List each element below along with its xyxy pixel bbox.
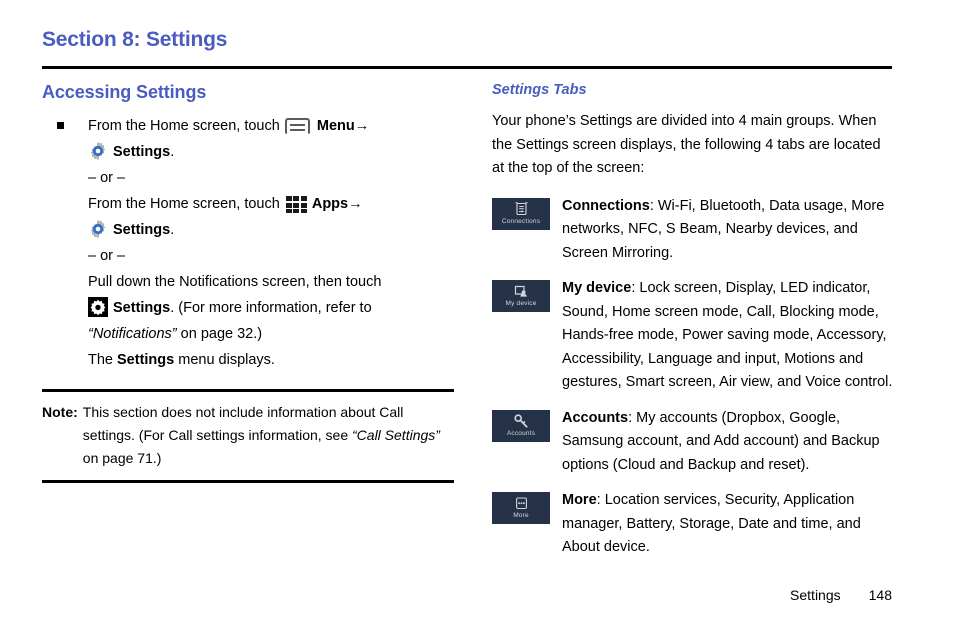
- accounts-tab-icon: Accounts: [492, 409, 550, 442]
- settings-tab-entry: Accounts Accounts: My accounts (Dropbox,…: [492, 407, 896, 478]
- key-icon: [513, 414, 529, 429]
- accounts-tab-caption: Accounts: [506, 429, 536, 437]
- connections-tab-icon: Connections: [492, 197, 550, 230]
- connections-tab-description: Connections: Wi-Fi, Bluetooth, Data usag…: [562, 195, 896, 266]
- step3-prefix: Pull down the Notifications screen, then…: [88, 274, 382, 290]
- my-device-glyph-icon: [514, 284, 528, 299]
- bullet-marker-icon: [57, 122, 64, 129]
- step1-period: .: [170, 144, 175, 160]
- accessing-settings-steps: From the Home screen, touch Menu→ Settin…: [42, 113, 454, 373]
- more-tab-icon: More: [492, 492, 550, 524]
- step3-mid: . (For more information, refer to: [170, 300, 372, 316]
- my-device-tab-body: : Lock screen, Display, LED indicator, S…: [562, 280, 893, 390]
- step-notifications-path: Pull down the Notifications screen, then…: [88, 269, 454, 295]
- ellipsis-icon: [515, 496, 528, 511]
- connections-glyph-icon: [514, 202, 528, 217]
- my-device-tab-icon: My device: [492, 280, 550, 312]
- settings-tab-entry: More More: Location services, Security, …: [492, 489, 896, 560]
- step2-period: .: [170, 222, 175, 238]
- step3-tail: on page 32.): [176, 326, 263, 342]
- notification-settings-icon: [88, 297, 108, 317]
- note-text-part2: on page 71.): [82, 450, 162, 466]
- header-divider: [42, 66, 892, 69]
- page-footer: Settings 148: [790, 587, 892, 603]
- step1-prefix: From the Home screen, touch: [88, 118, 280, 134]
- more-tab-label: More: [562, 492, 597, 508]
- right-column: Settings Tabs Your phone’s Settings are …: [492, 82, 896, 572]
- step2-settings-label: Settings: [113, 222, 171, 238]
- note-text: This section does not include informatio…: [83, 401, 450, 470]
- more-tab-description: More: Location services, Security, Appli…: [562, 489, 896, 560]
- more-tab-body: : Location services, Security, Applicati…: [562, 492, 861, 555]
- connections-tab-caption: Connections: [501, 217, 541, 225]
- step-notifications-settings: Settings. (For more information, refer t…: [88, 295, 454, 321]
- accounts-tab-label: Accounts: [562, 409, 629, 426]
- settings-tabs-intro: Your phone’s Settings are divided into 4…: [492, 113, 881, 176]
- connections-tab-label: Connections: [562, 197, 650, 214]
- settings-tabs-heading: Settings Tabs: [492, 82, 587, 98]
- settings-menu-result: The Settings menu displays.: [88, 347, 454, 373]
- settings-tab-entry: Connections Connections: Wi-Fi, Bluetoot…: [492, 195, 896, 266]
- my-device-tab-label: My device: [562, 280, 632, 296]
- step1-arrow: →: [354, 118, 370, 134]
- footer-page-number: 148: [868, 587, 892, 603]
- step2-prefix: From the Home screen, touch: [88, 196, 280, 212]
- step-apps-path: From the Home screen, touch Apps→: [88, 191, 454, 217]
- more-tab-caption: More: [513, 512, 529, 519]
- call-settings-cross-reference: “Call Settings”: [352, 427, 440, 443]
- settings-tab-entry: My device My device: Lock screen, Displa…: [492, 277, 896, 395]
- step1-settings-label: Settings: [113, 144, 171, 160]
- accessing-settings-heading: Accessing Settings: [42, 82, 207, 102]
- step2-arrow: →: [348, 196, 363, 212]
- note-label: Note:: [42, 404, 78, 420]
- step-apps-settings: Settings.: [88, 217, 454, 243]
- left-column: Accessing Settings From the Home screen,…: [42, 82, 454, 483]
- result-settings-label: Settings: [117, 352, 175, 368]
- document-page: Section 8: Settings Accessing Settings F…: [0, 0, 954, 636]
- footer-section-label: Settings: [790, 587, 841, 603]
- apps-grid-icon: [285, 195, 308, 216]
- result-suffix: menu displays.: [174, 352, 275, 368]
- menu-icon: [284, 118, 310, 135]
- result-prefix: The: [88, 352, 118, 368]
- step3-settings-label: Settings: [113, 300, 171, 316]
- step-notifications-reference: “Notifications” on page 32.): [88, 321, 454, 347]
- page-title: Section 8: Settings: [42, 28, 228, 51]
- step-menu-settings: Settings.: [88, 139, 454, 165]
- step-menu-path: From the Home screen, touch Menu→: [88, 113, 454, 139]
- step1-menu-label: Menu: [316, 118, 355, 134]
- step2-apps-label: Apps: [311, 196, 349, 212]
- my-device-tab-description: My device: Lock screen, Display, LED ind…: [562, 277, 896, 395]
- note-callout: Note: This section does not include info…: [42, 389, 454, 483]
- or-separator-1: – or –: [88, 170, 126, 186]
- settings-gear-icon: [88, 219, 108, 239]
- settings-gear-icon: [88, 141, 108, 161]
- my-device-tab-caption: My device: [505, 300, 537, 307]
- or-separator-2: – or –: [88, 248, 126, 264]
- accounts-tab-description: Accounts: My accounts (Dropbox, Google, …: [562, 407, 896, 478]
- notifications-cross-reference: “Notifications”: [88, 326, 177, 342]
